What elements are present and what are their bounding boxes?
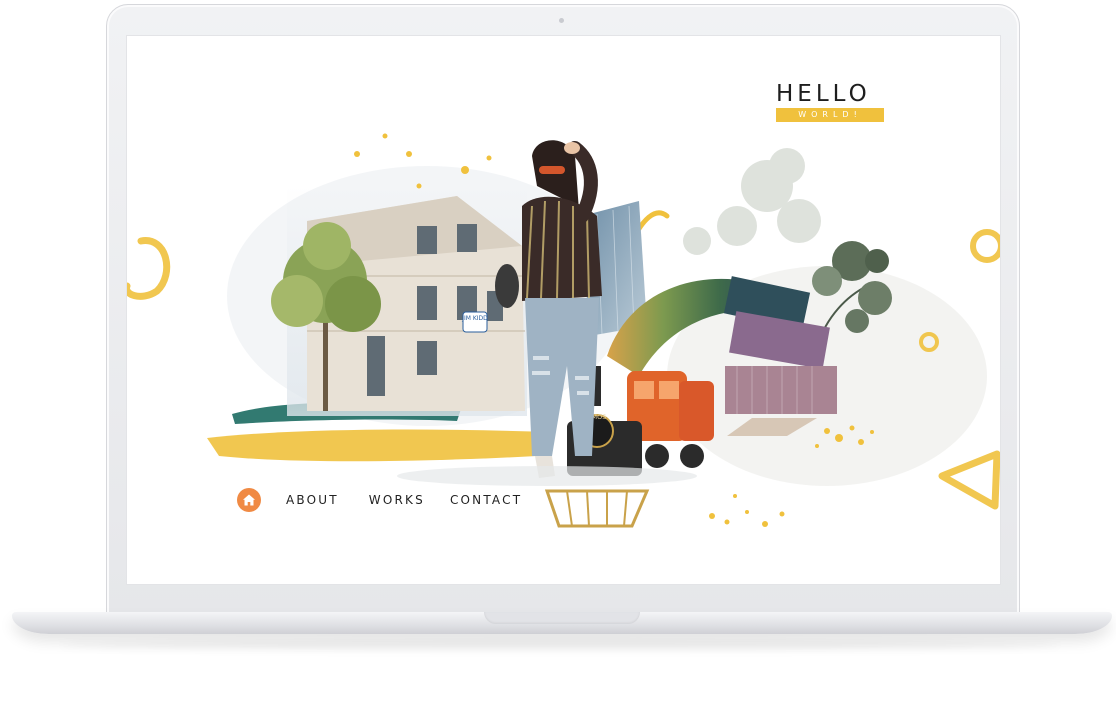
logo-title: HELLO	[776, 81, 871, 107]
yellow-paint-stroke	[207, 429, 547, 462]
ground-shadow	[397, 466, 697, 486]
site-logo[interactable]: HELLO WORLD!	[776, 81, 886, 122]
gold-ring-right	[970, 229, 1000, 263]
nav-about-link[interactable]: ABOUT	[286, 493, 339, 507]
camera-icon	[559, 18, 564, 23]
main-nav: ABOUT WORKS CONTACT	[237, 488, 522, 512]
logo-subtitle: WORLD!	[776, 108, 884, 122]
nav-contact-link[interactable]: CONTACT	[450, 493, 522, 507]
gold-triangle	[938, 450, 1000, 510]
home-icon	[243, 494, 255, 506]
laptop-shadow	[60, 640, 1060, 650]
laptop-screen: JIM KIDD PMOS HELLO WORLD! ABOUT WORKS C…	[127, 36, 1000, 584]
bus-sign-text: JIM KIDD	[461, 315, 488, 322]
nav-works-link[interactable]: WORKS	[369, 493, 425, 507]
laptop-notch	[484, 612, 640, 624]
pale-leaves	[683, 148, 821, 255]
gold-ring-left	[127, 237, 171, 300]
home-button[interactable]	[237, 488, 261, 512]
